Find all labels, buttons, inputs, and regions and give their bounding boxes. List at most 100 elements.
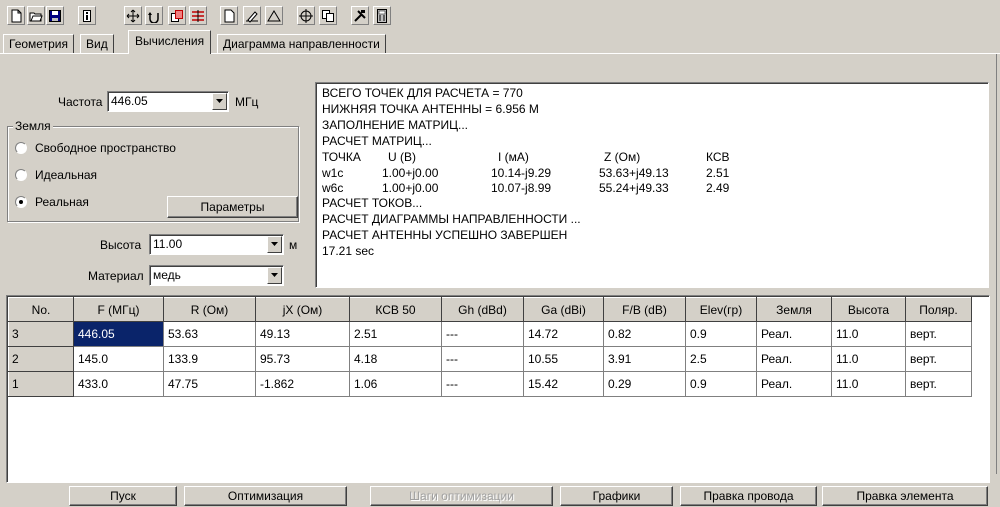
open-folder-icon[interactable] [27, 6, 45, 25]
table-cell-selected[interactable]: 446.05 [73, 321, 164, 347]
table-cell[interactable]: -1.862 [255, 371, 350, 397]
column-header[interactable]: F/B (dB) [603, 297, 686, 322]
ground-params-button[interactable]: Параметры [167, 196, 298, 218]
log-line: ВСЕГО ТОЧЕК ДЛЯ РАСЧЕТА = 770 [322, 86, 523, 100]
table-cell[interactable]: 3 [8, 321, 74, 347]
column-header[interactable]: Gh (dBd) [441, 297, 524, 322]
table-cell[interactable]: 53.63 [163, 321, 256, 347]
column-header[interactable]: Ga (dBi) [523, 297, 604, 322]
info-icon[interactable] [78, 6, 96, 25]
table-cell[interactable]: 2.51 [349, 321, 442, 347]
log-header-swr: КСВ [706, 150, 730, 164]
chevron-down-icon[interactable] [267, 267, 282, 284]
table-cell[interactable]: 49.13 [255, 321, 350, 347]
table-cell[interactable]: Реал. [756, 346, 832, 372]
column-header[interactable]: Высота [831, 297, 906, 322]
edit-element-button[interactable]: Правка элемента [822, 486, 988, 506]
segments-icon[interactable] [189, 6, 207, 25]
log-cell: 2.49 [706, 181, 730, 195]
optimization-steps-button[interactable]: Шаги оптимизации [370, 486, 553, 506]
table-cell[interactable]: 0.29 [603, 371, 686, 397]
table-row[interactable]: 2 145.0 133.9 95.73 4.18 --- 10.55 3.91 … [8, 346, 972, 372]
tools-icon[interactable] [351, 6, 369, 25]
table-cell[interactable]: верт. [905, 321, 972, 347]
radio-real-label[interactable]: Реальная [35, 195, 89, 209]
column-header[interactable]: F (МГц) [73, 297, 164, 322]
move-icon[interactable] [124, 6, 142, 25]
log-header-current: I (мА) [498, 150, 529, 164]
table-cell[interactable]: 133.9 [163, 346, 256, 372]
table-cell[interactable]: Реал. [756, 371, 832, 397]
radio-real[interactable] [15, 196, 27, 208]
table-cell[interactable]: 47.75 [163, 371, 256, 397]
height-label: Высота [100, 238, 142, 252]
chevron-down-icon[interactable] [267, 236, 282, 253]
column-header[interactable]: КСВ 50 [349, 297, 442, 322]
rotate-icon[interactable] [145, 6, 163, 25]
table-cell[interactable]: 433.0 [73, 371, 164, 397]
table-cell[interactable]: 0.9 [685, 321, 757, 347]
copy-icon[interactable] [168, 6, 186, 25]
table-cell[interactable]: 1.06 [349, 371, 442, 397]
start-button[interactable]: Пуск [69, 486, 177, 506]
table-cell[interactable]: 2 [8, 346, 74, 372]
height-combo[interactable]: 11.00 [149, 234, 284, 255]
table-cell[interactable]: Реал. [756, 321, 832, 347]
optimize-button[interactable]: Оптимизация [184, 486, 347, 506]
table-cell[interactable]: --- [441, 321, 524, 347]
log-cell: w6c [322, 181, 344, 195]
tab-calculations[interactable]: Вычисления [128, 30, 212, 54]
radio-free-space[interactable] [15, 142, 27, 154]
radio-ideal-label[interactable]: Идеальная [35, 168, 97, 182]
tab-view[interactable]: Вид [80, 34, 114, 54]
table-cell[interactable]: 95.73 [255, 346, 350, 372]
column-header[interactable]: Поляр. [905, 297, 972, 322]
table-row[interactable]: 3 446.05 53.63 49.13 2.51 --- 14.72 0.82… [8, 321, 972, 347]
material-combo[interactable]: медь [149, 265, 284, 286]
table-cell[interactable]: 10.55 [523, 346, 604, 372]
table-cell[interactable]: 4.18 [349, 346, 442, 372]
table-cell[interactable]: верт. [905, 346, 972, 372]
column-header[interactable]: jX (Ом) [255, 297, 350, 322]
column-header[interactable]: No. [8, 297, 74, 322]
draw-icon[interactable] [243, 6, 261, 25]
graphs-button[interactable]: Графики [560, 486, 673, 506]
table-cell[interactable]: 11.0 [831, 346, 906, 372]
table-cell[interactable]: 1 [8, 371, 74, 397]
calculator-icon[interactable] [373, 6, 391, 25]
calculation-log[interactable]: ВСЕГО ТОЧЕК ДЛЯ РАСЧЕТА = 770 НИЖНЯЯ ТОЧ… [315, 82, 989, 288]
radio-ideal[interactable] [15, 169, 27, 181]
table-row[interactable]: 1 433.0 47.75 -1.862 1.06 --- 15.42 0.29… [8, 371, 972, 397]
table-cell[interactable]: 11.0 [831, 371, 906, 397]
radio-free-space-label[interactable]: Свободное пространство [35, 141, 176, 155]
tab-geometry[interactable]: Геометрия [3, 34, 74, 54]
log-line: РАСЧЕТ ТОКОВ... [322, 196, 423, 210]
table-cell[interactable]: 0.9 [685, 371, 757, 397]
new-file-icon[interactable] [7, 6, 25, 25]
column-header[interactable]: R (Ом) [163, 297, 256, 322]
chevron-down-icon[interactable] [212, 93, 227, 110]
table-cell[interactable]: 3.91 [603, 346, 686, 372]
table-cell[interactable]: 15.42 [523, 371, 604, 397]
table-cell[interactable]: верт. [905, 371, 972, 397]
save-icon[interactable] [46, 6, 64, 25]
tab-radiation-pattern[interactable]: Диаграмма направленности [217, 34, 386, 54]
table-cell[interactable]: 2.5 [685, 346, 757, 372]
table-cell[interactable]: --- [441, 371, 524, 397]
column-header[interactable]: Elev(гр) [685, 297, 757, 322]
log-line: РАСЧЕТ АНТЕННЫ УСПЕШНО ЗАВЕРШЕН [322, 228, 568, 242]
triangle-icon[interactable] [265, 6, 283, 25]
table-cell[interactable]: 14.72 [523, 321, 604, 347]
results-grid[interactable]: No. F (МГц) R (Ом) jX (Ом) КСВ 50 Gh (dB… [6, 295, 990, 483]
column-header[interactable]: Земля [756, 297, 832, 322]
duplicate-icon[interactable] [319, 6, 337, 25]
table-cell[interactable]: --- [441, 346, 524, 372]
page-icon[interactable] [220, 6, 238, 25]
frequency-combo[interactable]: 446.05 [107, 91, 229, 112]
edit-wire-button[interactable]: Правка провода [680, 486, 817, 506]
table-cell[interactable]: 145.0 [73, 346, 164, 372]
target-icon[interactable] [297, 6, 315, 25]
table-cell[interactable]: 0.82 [603, 321, 686, 347]
log-header-point: ТОЧКА [322, 150, 361, 164]
table-cell[interactable]: 11.0 [831, 321, 906, 347]
